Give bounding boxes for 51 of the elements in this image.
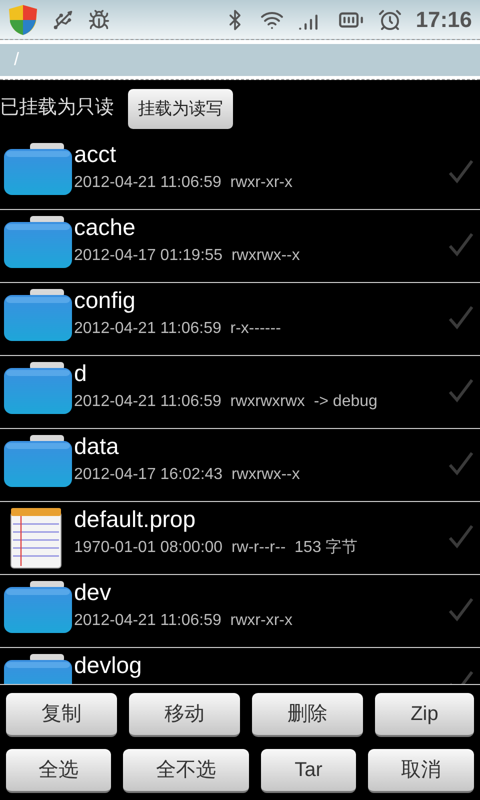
action-button[interactable]: 复制 [6, 692, 117, 736]
file-row[interactable]: config 2012-04-21 11:06:59 r-x------ [0, 283, 480, 356]
mount-button[interactable]: 挂载为读写 [128, 88, 233, 128]
folder-icon [2, 579, 72, 635]
action-button[interactable]: Tar [261, 748, 356, 792]
checkmark-icon[interactable] [448, 449, 474, 477]
file-name: d [74, 359, 88, 388]
action-button[interactable]: 取消 [368, 748, 474, 792]
file-details: 2012-04-21 11:06:59 rwxr-xr-x [74, 611, 294, 631]
clock-time: 17:16 [416, 6, 472, 34]
folder-icon [2, 214, 72, 270]
file-name: devlog [74, 651, 143, 680]
shield-icon [8, 4, 38, 36]
file-details: 2012-04-21 11:06:59 rwxr-xr-x [74, 173, 294, 193]
action-button[interactable]: 全不选 [123, 748, 249, 792]
folder-icon [2, 141, 72, 197]
action-button[interactable]: 移动 [129, 692, 240, 736]
folder-icon [2, 287, 72, 343]
file-details: 2012-04-21 11:06:59 rwxrwxrwx -> debug [74, 392, 378, 412]
file-details: 2012-04-21 11:06:59 r-x------ [74, 319, 282, 339]
mount-status: 已挂载为只读 [0, 96, 114, 120]
folder-icon [2, 433, 72, 489]
file-name: acct [74, 140, 118, 169]
file-details: 2012-04-17 16:02:43 rwxrwx--x [74, 465, 301, 485]
file-row[interactable]: acct 2012-04-21 11:06:59 rwxr-xr-x [0, 137, 480, 210]
file-name: dev [74, 578, 112, 607]
checkmark-icon[interactable] [448, 303, 474, 331]
file-details: 1970-01-01 08:00:00 rw-r--r-- 153 字节 [74, 538, 359, 558]
file-name: default.prop [74, 505, 196, 534]
file-name: cache [74, 213, 136, 242]
usb-icon [52, 8, 74, 30]
alarm-icon [378, 8, 402, 32]
file-row[interactable]: cache 2012-04-17 01:19:55 rwxrwx--x [0, 210, 480, 283]
file-name: data [74, 432, 120, 461]
folder-icon [2, 360, 72, 416]
bug-icon [88, 8, 110, 30]
file-details: 2012-04-17 01:19:55 rwxrwx--x [74, 246, 301, 266]
action-button[interactable]: 全选 [6, 748, 111, 792]
action-button[interactable]: Zip [375, 692, 474, 736]
checkmark-icon[interactable] [448, 157, 474, 185]
checkmark-icon[interactable] [448, 376, 474, 404]
file-row[interactable]: data 2012-04-17 16:02:43 rwxrwx--x [0, 429, 480, 502]
file-name: config [74, 286, 136, 315]
path-text: / [14, 48, 20, 71]
checkmark-icon[interactable] [448, 522, 474, 550]
file-row[interactable]: dev 2012-04-21 11:06:59 rwxr-xr-x [0, 575, 480, 648]
file-row[interactable]: default.prop 1970-01-01 08:00:00 rw-r--r-- 153 字节 [0, 502, 480, 575]
file-row[interactable]: d 2012-04-21 11:06:59 rwxrwxrwx -> debug [0, 356, 480, 429]
checkmark-icon[interactable] [448, 595, 474, 623]
action-button[interactable]: 删除 [252, 692, 363, 736]
checkmark-icon[interactable] [448, 230, 474, 258]
